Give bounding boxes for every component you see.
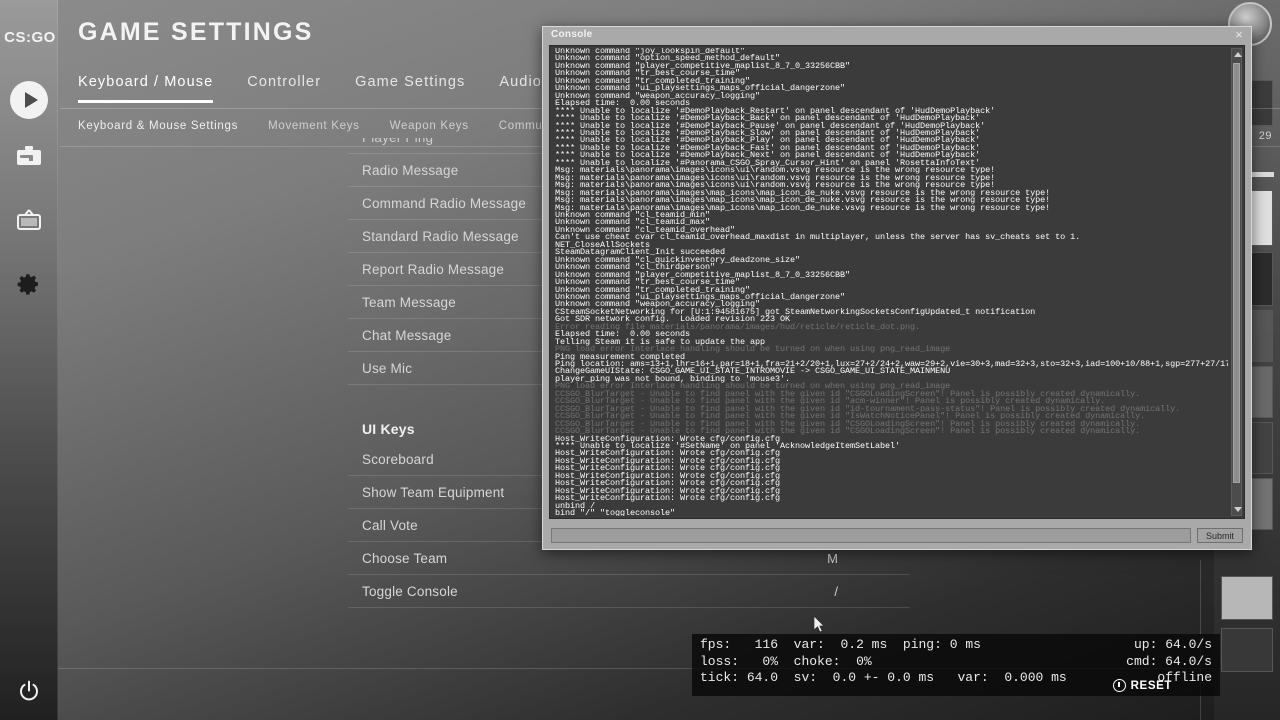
var-value: 0.2 ms <box>840 637 887 654</box>
console-input[interactable] <box>551 528 1191 543</box>
csgo-logo: CS:GO <box>8 24 52 50</box>
keybind-label: Team Message <box>348 295 456 310</box>
briefcase-icon <box>16 145 42 167</box>
loss-value: 0% <box>762 654 778 671</box>
section-title: UI Keys <box>348 421 415 443</box>
sv-label: sv: <box>794 670 817 687</box>
sv-value: 0.0 +- 0.0 ms <box>833 670 934 687</box>
keybind-row-toggle-console[interactable]: Toggle Console / <box>348 575 910 608</box>
net-graph-row-1: fps: 116 var: 0.2 ms ping: 0 ms up: 64.0… <box>700 637 1214 654</box>
console-output[interactable]: Unknown command "joy_lookspin_default"Un… <box>549 45 1245 519</box>
sidebar-item-quit[interactable] <box>9 671 49 711</box>
reset-label: RESET <box>1131 678 1172 695</box>
console-log-line: Can't use cheat cvar cl_teamid_overhead_… <box>555 234 1228 241</box>
tab-keyboard-mouse[interactable]: Keyboard / Mouse <box>78 74 213 103</box>
keybind-label: Show Team Equipment <box>348 485 504 500</box>
sv-var-value: 0.000 ms <box>1004 670 1066 687</box>
console-scrollbar[interactable] <box>1231 48 1242 516</box>
tick-value: 64.0 <box>747 670 778 687</box>
subtab-movement-keys[interactable]: Movement Keys <box>268 120 360 132</box>
keybind-label: Call Vote <box>348 518 418 533</box>
tab-controller[interactable]: Controller <box>247 74 321 100</box>
game-root: 29 CS:GO <box>0 0 1280 720</box>
chevron-up-icon[interactable] <box>1234 52 1242 57</box>
strip-thumb[interactable] <box>1221 576 1273 620</box>
page-title: GAME SETTINGS <box>78 18 314 47</box>
keybind-label: Chat Message <box>348 328 451 343</box>
keybind-label: Report Radio Message <box>348 262 504 277</box>
fps-label: fps: <box>700 637 731 654</box>
tab-game-settings[interactable]: Game Settings <box>355 74 465 100</box>
tv-icon <box>16 208 42 232</box>
power-icon <box>17 679 41 703</box>
ping-value: 0 ms <box>950 637 981 654</box>
ping-label: ping: <box>903 637 942 654</box>
strip-count: 29 <box>1259 130 1272 142</box>
cmd-rate: cmd: 64.0/s <box>1126 654 1212 671</box>
sidebar-item-settings[interactable] <box>9 264 49 304</box>
keybind-label: Choose Team <box>348 551 447 566</box>
play-icon <box>10 81 48 119</box>
loss-label: loss: <box>700 654 739 671</box>
sidebar-item-inventory[interactable] <box>9 136 49 176</box>
gear-icon <box>17 272 41 296</box>
tick-label: tick: <box>700 670 739 687</box>
sidebar-item-watch[interactable] <box>9 200 49 240</box>
subtab-keyboard-mouse-settings[interactable]: Keyboard & Mouse Settings <box>78 120 238 132</box>
keybind-label: Scoreboard <box>348 452 434 467</box>
sub-tabs: Keyboard & Mouse Settings Movement Keys … <box>78 120 620 132</box>
keybind-key: M <box>827 551 838 566</box>
clock-icon <box>1113 679 1126 692</box>
sidebar: CS:GO <box>0 0 58 720</box>
console-log-line: bind "/" "toggleconsole" <box>555 510 1228 516</box>
reset-button[interactable]: RESET <box>1113 678 1172 695</box>
console-title: Console <box>543 27 1251 43</box>
console-log: Unknown command "joy_lookspin_default"Un… <box>555 48 1228 516</box>
console-log-line: Host_WriteConfiguration: Wrote cfg/confi… <box>555 495 1228 502</box>
net-graph-row-2: loss: 0% choke: 0% cmd: 64.0/s <box>700 654 1214 671</box>
sv-var-label: var: <box>958 670 989 687</box>
chevron-down-icon[interactable] <box>1234 507 1242 512</box>
keybind-label: Standard Radio Message <box>348 229 519 244</box>
choke-label: choke: <box>794 654 841 671</box>
choke-value: 0% <box>856 654 872 671</box>
net-graph: fps: 116 var: 0.2 ms ping: 0 ms up: 64.0… <box>692 634 1220 696</box>
sidebar-item-play[interactable] <box>9 80 49 120</box>
keybind-label: Toggle Console <box>348 584 458 599</box>
fps-value: 116 <box>755 637 778 654</box>
keybind-label: Player Ping <box>348 138 433 145</box>
keybind-key: / <box>834 584 838 599</box>
upload-rate: up: 64.0/s <box>1134 637 1212 654</box>
keybind-label: Use Mic <box>348 361 412 376</box>
strip-thumb[interactable] <box>1221 628 1273 672</box>
keybind-label: Radio Message <box>348 163 458 178</box>
var-label: var: <box>794 637 825 654</box>
subtab-weapon-keys[interactable]: Weapon Keys <box>390 120 469 132</box>
scrollbar-thumb[interactable] <box>1233 63 1240 483</box>
keybind-label: Command Radio Message <box>348 196 526 211</box>
close-icon[interactable]: × <box>1232 28 1246 42</box>
submit-button[interactable]: Submit <box>1197 528 1243 543</box>
console-window: Console × Unknown command "joy_lookspin_… <box>542 26 1252 550</box>
